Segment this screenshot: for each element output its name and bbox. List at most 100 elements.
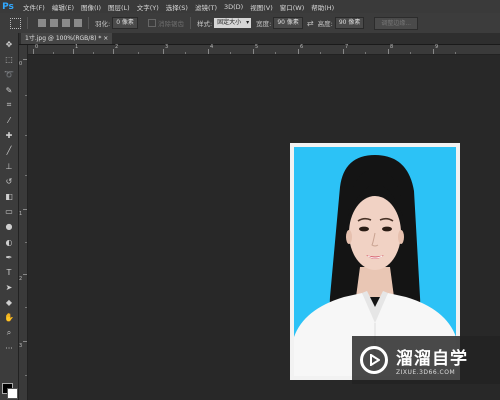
document-tab[interactable]: 1寸.jpg @ 100%(RGB/8) * × <box>21 33 113 44</box>
watermark-text: 溜溜自学 ZIXUE.3D66.COM <box>396 344 468 376</box>
ruler-number: 9 <box>435 44 439 50</box>
pen-tool-icon[interactable]: ✒ <box>0 250 18 265</box>
ruler-horizontal[interactable]: 0 1 2 3 4 5 6 7 8 9 <box>27 44 500 55</box>
menu-edit[interactable]: 编辑(E) <box>52 2 74 12</box>
more-tools-icon[interactable]: ··· <box>0 341 18 356</box>
ruler-number: 4 <box>210 44 214 50</box>
ruler-tick <box>230 52 231 54</box>
ruler-tick <box>23 209 27 210</box>
ruler-tick <box>25 135 27 136</box>
antialias-label: 消除锯齿 <box>157 20 184 28</box>
move-tool-icon[interactable]: ✥ <box>0 37 18 52</box>
foreground-color-swatch[interactable] <box>7 388 18 399</box>
menu-filter[interactable]: 滤镜(T) <box>195 2 217 12</box>
ruler-tick <box>73 49 74 54</box>
new-selection-icon[interactable] <box>38 19 46 27</box>
height-input[interactable]: 90 像素 <box>334 17 365 29</box>
ruler-tick <box>138 52 139 54</box>
width-input[interactable]: 90 像素 <box>273 17 303 29</box>
eyedropper-tool-icon[interactable]: ⁄ <box>0 113 18 128</box>
ruler-tick <box>23 341 27 342</box>
menu-image[interactable]: 图像(I) <box>81 2 101 12</box>
ruler-tick <box>208 49 209 54</box>
path-select-icon[interactable]: ➤ <box>0 280 18 295</box>
ruler-tick <box>185 52 186 54</box>
ruler-number: 2 <box>19 276 23 282</box>
ruler-tick <box>33 49 34 54</box>
add-selection-icon[interactable] <box>50 19 58 27</box>
ruler-tick <box>53 52 54 54</box>
divider <box>27 17 28 29</box>
photoshop-logo: Ps <box>2 1 14 12</box>
ruler-tick <box>343 49 344 54</box>
crop-tool-icon[interactable]: ⌗ <box>0 98 18 113</box>
watermark-brand: 溜溜自学 <box>396 349 468 369</box>
menu-view[interactable]: 视图(V) <box>250 2 273 12</box>
history-brush-icon[interactable]: ↺ <box>0 174 18 189</box>
type-tool-icon[interactable]: T <box>0 265 18 280</box>
menu-file[interactable]: 文件(F) <box>23 2 45 12</box>
ruler-tick <box>25 242 27 243</box>
menu-window[interactable]: 窗口(W) <box>280 2 305 12</box>
brush-tool-icon[interactable]: ╱ <box>0 143 18 158</box>
ruler-tick <box>410 52 411 54</box>
menu-bar: Ps 文件(F) 编辑(E) 图像(I) 图层(L) 文字(Y) 选择(S) 滤… <box>0 0 500 13</box>
ruler-tick <box>163 49 164 54</box>
gradient-tool-icon[interactable]: ▭ <box>0 204 18 219</box>
ruler-number: 7 <box>345 44 349 50</box>
ruler-tick <box>320 52 321 54</box>
eraser-tool-icon[interactable]: ◧ <box>0 189 18 204</box>
ruler-tick <box>25 375 27 376</box>
menu-select[interactable]: 选择(S) <box>166 2 188 12</box>
ruler-tick <box>25 175 27 176</box>
ruler-number: 0 <box>35 44 39 50</box>
swap-dimensions-icon[interactable]: ⇄ <box>307 19 314 28</box>
ruler-tick <box>93 52 94 54</box>
healing-brush-icon[interactable]: ✚ <box>0 128 18 143</box>
ruler-tick <box>25 95 27 96</box>
menu-3d[interactable]: 3D(D) <box>224 3 243 11</box>
quick-select-tool-icon[interactable]: ✎ <box>0 83 18 98</box>
intersect-selection-icon[interactable] <box>74 19 82 27</box>
ruler-number: 0 <box>19 61 23 67</box>
ruler-number: 1 <box>75 44 79 50</box>
antialias-checkbox[interactable] <box>147 19 156 27</box>
ruler-number: 3 <box>165 44 169 50</box>
ruler-tick <box>23 274 27 275</box>
style-label: 样式: <box>196 20 213 28</box>
ruler-number: 3 <box>19 343 23 349</box>
menu-layer[interactable]: 图层(L) <box>108 2 130 12</box>
menu-help[interactable]: 帮助(H) <box>311 2 334 12</box>
hand-tool-icon[interactable]: ✋ <box>0 310 18 325</box>
play-logo-icon <box>360 346 388 374</box>
subtract-selection-icon[interactable] <box>62 19 70 27</box>
menu-type[interactable]: 文字(Y) <box>137 2 159 12</box>
ruler-tick <box>298 49 299 54</box>
ruler-number: 2 <box>115 44 119 50</box>
marquee-tool-icon[interactable]: ⬚ <box>0 52 18 67</box>
zoom-tool-icon[interactable]: ⌕ <box>0 326 18 341</box>
ruler-tick <box>253 49 254 54</box>
ruler-tick <box>365 52 366 54</box>
ruler-vertical[interactable]: 0 1 2 3 <box>19 45 28 400</box>
height-label: 高度: <box>317 20 333 28</box>
divider <box>189 17 191 29</box>
feather-input[interactable]: 0 像素 <box>112 17 138 29</box>
ruler-number: 8 <box>390 44 394 50</box>
ruler-number: 1 <box>19 211 23 217</box>
rect-marquee-preset-icon[interactable] <box>10 17 21 29</box>
ruler-tick <box>433 49 434 54</box>
blur-tool-icon[interactable]: ● <box>0 219 18 234</box>
watermark: 溜溜自学 ZIXUE.3D66.COM <box>352 336 500 384</box>
ruler-tick <box>455 52 456 54</box>
watermark-url: ZIXUE.3D66.COM <box>396 369 456 376</box>
tools-panel: ✥ ⬚ ➰ ✎ ⌗ ⁄ ✚ ╱ ⊥ ↺ ◧ ▭ ● ◐ ✒ T ➤ ◆ ✋ ⌕ … <box>0 33 19 400</box>
ruler-tick <box>23 59 27 60</box>
divider <box>88 17 89 29</box>
dodge-tool-icon[interactable]: ◐ <box>0 234 18 249</box>
lasso-tool-icon[interactable]: ➰ <box>0 67 18 82</box>
clone-stamp-icon[interactable]: ⊥ <box>0 159 18 174</box>
refine-edge-button[interactable]: 调整边缘... <box>374 16 419 30</box>
style-select[interactable]: 固定大小 <box>214 18 252 28</box>
shape-tool-icon[interactable]: ◆ <box>0 295 18 310</box>
